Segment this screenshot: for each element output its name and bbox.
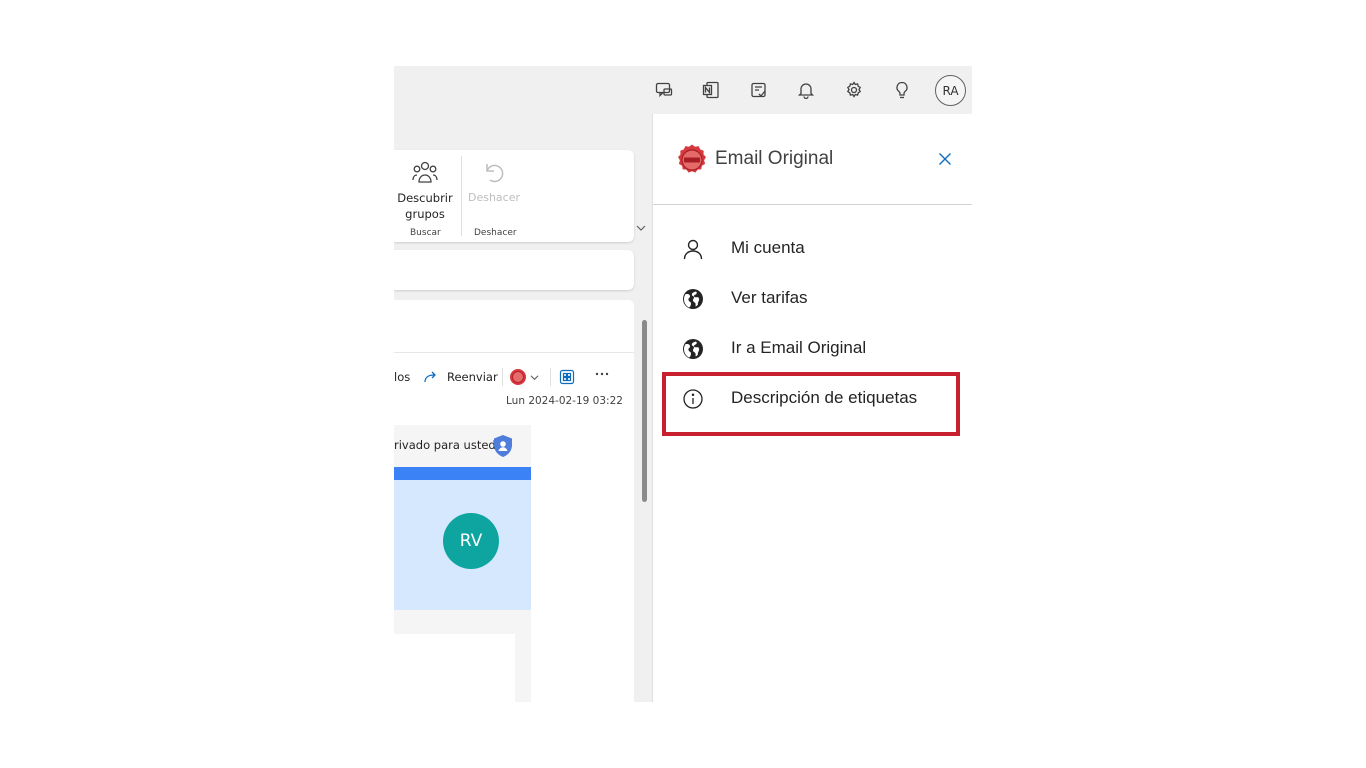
email-original-addin-button[interactable] [509,368,539,386]
addin-side-panel: Email Original Mi cuenta Ver tarifas Ir … [652,114,972,702]
message-date: Lun 2024-02-19 03:22 [506,395,623,407]
globe-icon [681,287,705,311]
menu-item-label: Ir a Email Original [731,338,867,357]
onenote-icon[interactable] [699,78,723,102]
top-bar: RA [394,66,972,114]
info-icon [681,387,705,411]
chat-feedback-icon[interactable] [652,78,676,102]
scrollbar-thumb[interactable] [642,320,647,502]
menu-item-label: Descripción de etiquetas [731,388,918,407]
forward-button[interactable]: Reenviar [424,370,498,384]
reply-fragment-label: los [394,370,411,384]
panel-header: Email Original [653,114,972,205]
forward-label: Reenviar [447,370,498,384]
menu-item-label: Mi cuenta [731,238,805,257]
divider [394,352,634,353]
undo-button[interactable]: Deshacer [466,156,522,206]
forward-icon [424,370,440,384]
discover-groups-button[interactable]: Descubrir grupos [394,156,456,222]
toolbar-separator [502,368,503,386]
email-banner: RV [394,480,531,610]
chevron-down-icon [530,373,539,382]
sender-avatar: RV [443,513,499,569]
privacy-banner: rivado para usted [394,425,531,467]
reply-all-button[interactable]: los [394,370,410,384]
outlook-window: RA Descubrir grupos Buscar Deshacer Desh… [394,66,972,702]
seal-icon [509,368,527,386]
lightbulb-icon[interactable] [890,78,914,102]
chevron-down-icon[interactable] [636,223,646,236]
more-options-icon[interactable] [594,366,610,382]
privacy-text: rivado para usted [394,438,496,452]
undo-icon [466,156,522,190]
menu-item-ver-tarifas[interactable]: Ver tarifas [653,276,972,322]
toolbar-separator [550,368,551,386]
discover-label-line2: grupos [405,207,445,221]
group-label-buscar: Buscar [410,228,441,238]
shield-icon [492,434,514,462]
email-original-logo-icon [675,143,709,181]
menu-item-label: Ver tarifas [731,288,808,307]
close-icon[interactable] [937,151,953,167]
todo-icon[interactable] [747,78,771,102]
menu-item-descripcion-de-etiquetas[interactable]: Descripción de etiquetas [653,376,972,422]
email-body [394,634,515,702]
reading-pane: los Reenviar Lun 2024-02-19 03:22 rivado… [394,300,634,702]
ribbon-divider [461,156,462,236]
people-group-icon [394,156,456,190]
gear-icon[interactable] [842,78,866,102]
ribbon: Descubrir grupos Buscar Deshacer Deshace… [394,150,634,242]
person-icon [681,237,705,261]
panel-title: Email Original [715,148,834,169]
menu-item-ir-a-email-original[interactable]: Ir a Email Original [653,326,972,372]
group-label-deshacer: Deshacer [474,228,517,238]
globe-icon [681,337,705,361]
email-body-background [394,610,531,702]
apps-grid-icon [559,369,575,385]
user-avatar[interactable]: RA [935,75,966,106]
apps-button[interactable] [559,369,575,385]
bell-icon[interactable] [794,78,818,102]
undo-label: Deshacer [467,191,521,204]
discover-label-line1: Descubrir [397,191,453,205]
email-header-bar [394,467,531,480]
menu-item-mi-cuenta[interactable]: Mi cuenta [653,226,972,272]
search-strip [394,250,634,290]
